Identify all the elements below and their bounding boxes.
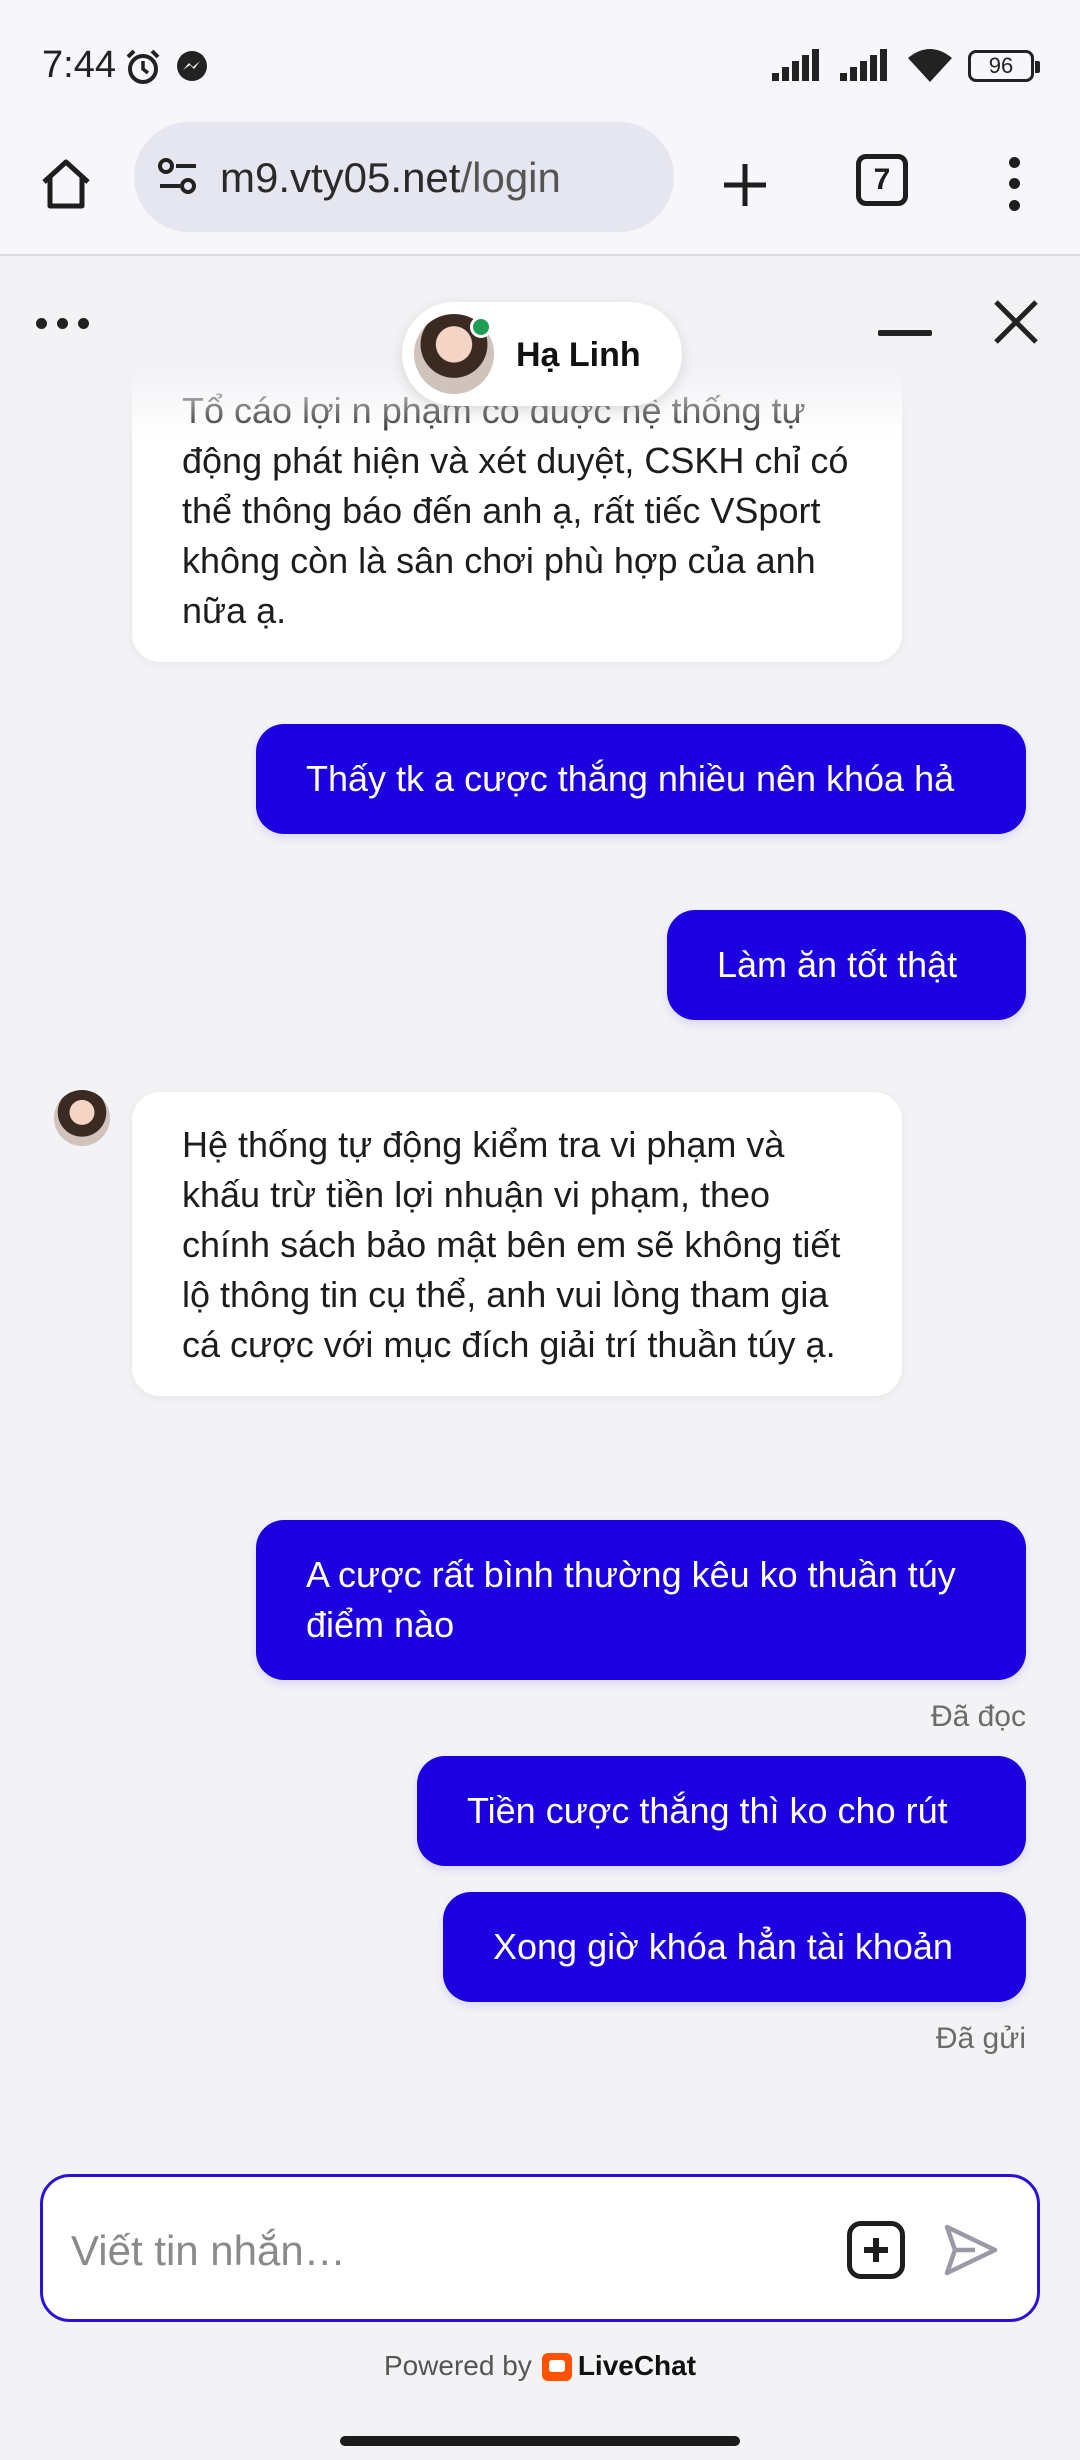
close-icon[interactable] — [990, 296, 1042, 348]
site-settings-icon[interactable] — [156, 154, 200, 198]
gesture-bar[interactable] — [340, 2436, 740, 2446]
browser-menu-button[interactable] — [998, 152, 1030, 216]
battery-level: 96 — [988, 53, 1014, 78]
status-time: 7:44 — [42, 44, 116, 86]
minimize-button[interactable] — [878, 330, 932, 336]
plus-icon — [724, 164, 766, 206]
home-button[interactable] — [30, 148, 102, 220]
messenger-icon — [177, 51, 207, 81]
livechat-logo — [541, 2353, 572, 2381]
sent-status: Đã gửi — [935, 2022, 1026, 2055]
browser-toolbar: m9.vty05.net/login 7 — [0, 118, 1080, 256]
notification-icons — [124, 48, 210, 86]
user-message: Xong giờ khóa hẳn tài khoản — [443, 1892, 1026, 2002]
online-status-dot — [470, 316, 492, 338]
battery-icon: 96 — [968, 50, 1040, 82]
agent-name: Hạ Linh — [516, 336, 641, 374]
url-text: m9.vty05.net/login — [220, 154, 561, 202]
url-host: m9.vty05.net — [220, 154, 461, 201]
signal-icon — [840, 49, 887, 81]
message-text: Xong giờ khóa hẳn tài khoản — [493, 1926, 953, 1967]
message-text: Tiền cược thắng thì ko cho rút — [467, 1790, 948, 1831]
agent-message: Hệ thống tự động kiểm tra vi phạm và khấ… — [132, 1092, 902, 1396]
chat-options-button[interactable] — [36, 318, 89, 329]
message-composer[interactable]: Viết tin nhắn… — [40, 2174, 1040, 2322]
user-message: A cược rất bình thường kêu ko thuần túy … — [256, 1520, 1026, 1680]
url-path: /login — [460, 154, 561, 201]
signal-icon — [772, 49, 819, 81]
status-bar: 7:44 96 — [0, 0, 1080, 118]
user-message: Tiền cược thắng thì ko cho rút — [417, 1756, 1026, 1866]
new-tab-button[interactable] — [710, 150, 780, 220]
message-text: Thấy tk a cược thắng nhiều nên khóa hả — [306, 758, 955, 799]
send-icon[interactable] — [941, 2221, 1001, 2279]
user-message: Thấy tk a cược thắng nhiều nên khóa hả — [256, 724, 1026, 834]
address-bar[interactable]: m9.vty05.net/login — [134, 122, 674, 232]
agent-avatar — [54, 1090, 110, 1146]
powered-by-label: Powered by — [383, 2350, 532, 2381]
message-text: Làm ăn tốt thật — [717, 944, 958, 985]
message-text: Hệ thống tự động kiểm tra vi phạm và khấ… — [182, 1124, 841, 1365]
alarm-icon — [126, 49, 160, 84]
system-icons: 96 — [770, 48, 1040, 84]
brand-name: LiveChat — [577, 2350, 697, 2381]
chat-header: Hạ Linh — [0, 258, 1080, 438]
message-input[interactable]: Viết tin nhắn… — [71, 2221, 831, 2281]
chat-messages[interactable]: Tổ cáo lợi n phạm cò duợc hệ thống tự độ… — [0, 370, 1080, 2150]
agent-info[interactable]: Hạ Linh — [402, 302, 682, 406]
tab-count: 7 — [873, 163, 891, 196]
wifi-icon — [908, 49, 952, 82]
attach-icon[interactable] — [847, 2221, 905, 2279]
read-status: Đã đọc — [930, 1700, 1026, 1733]
home-icon — [42, 159, 90, 209]
more-vert-icon — [1008, 157, 1020, 169]
powered-by: Powered by LiveChat — [0, 2350, 1080, 2382]
message-text: A cược rất bình thường kêu ko thuần túy … — [306, 1554, 956, 1645]
user-message: Làm ăn tốt thật — [667, 910, 1026, 1020]
tabs-button[interactable]: 7 — [856, 154, 908, 206]
more-horiz-icon — [36, 318, 47, 329]
